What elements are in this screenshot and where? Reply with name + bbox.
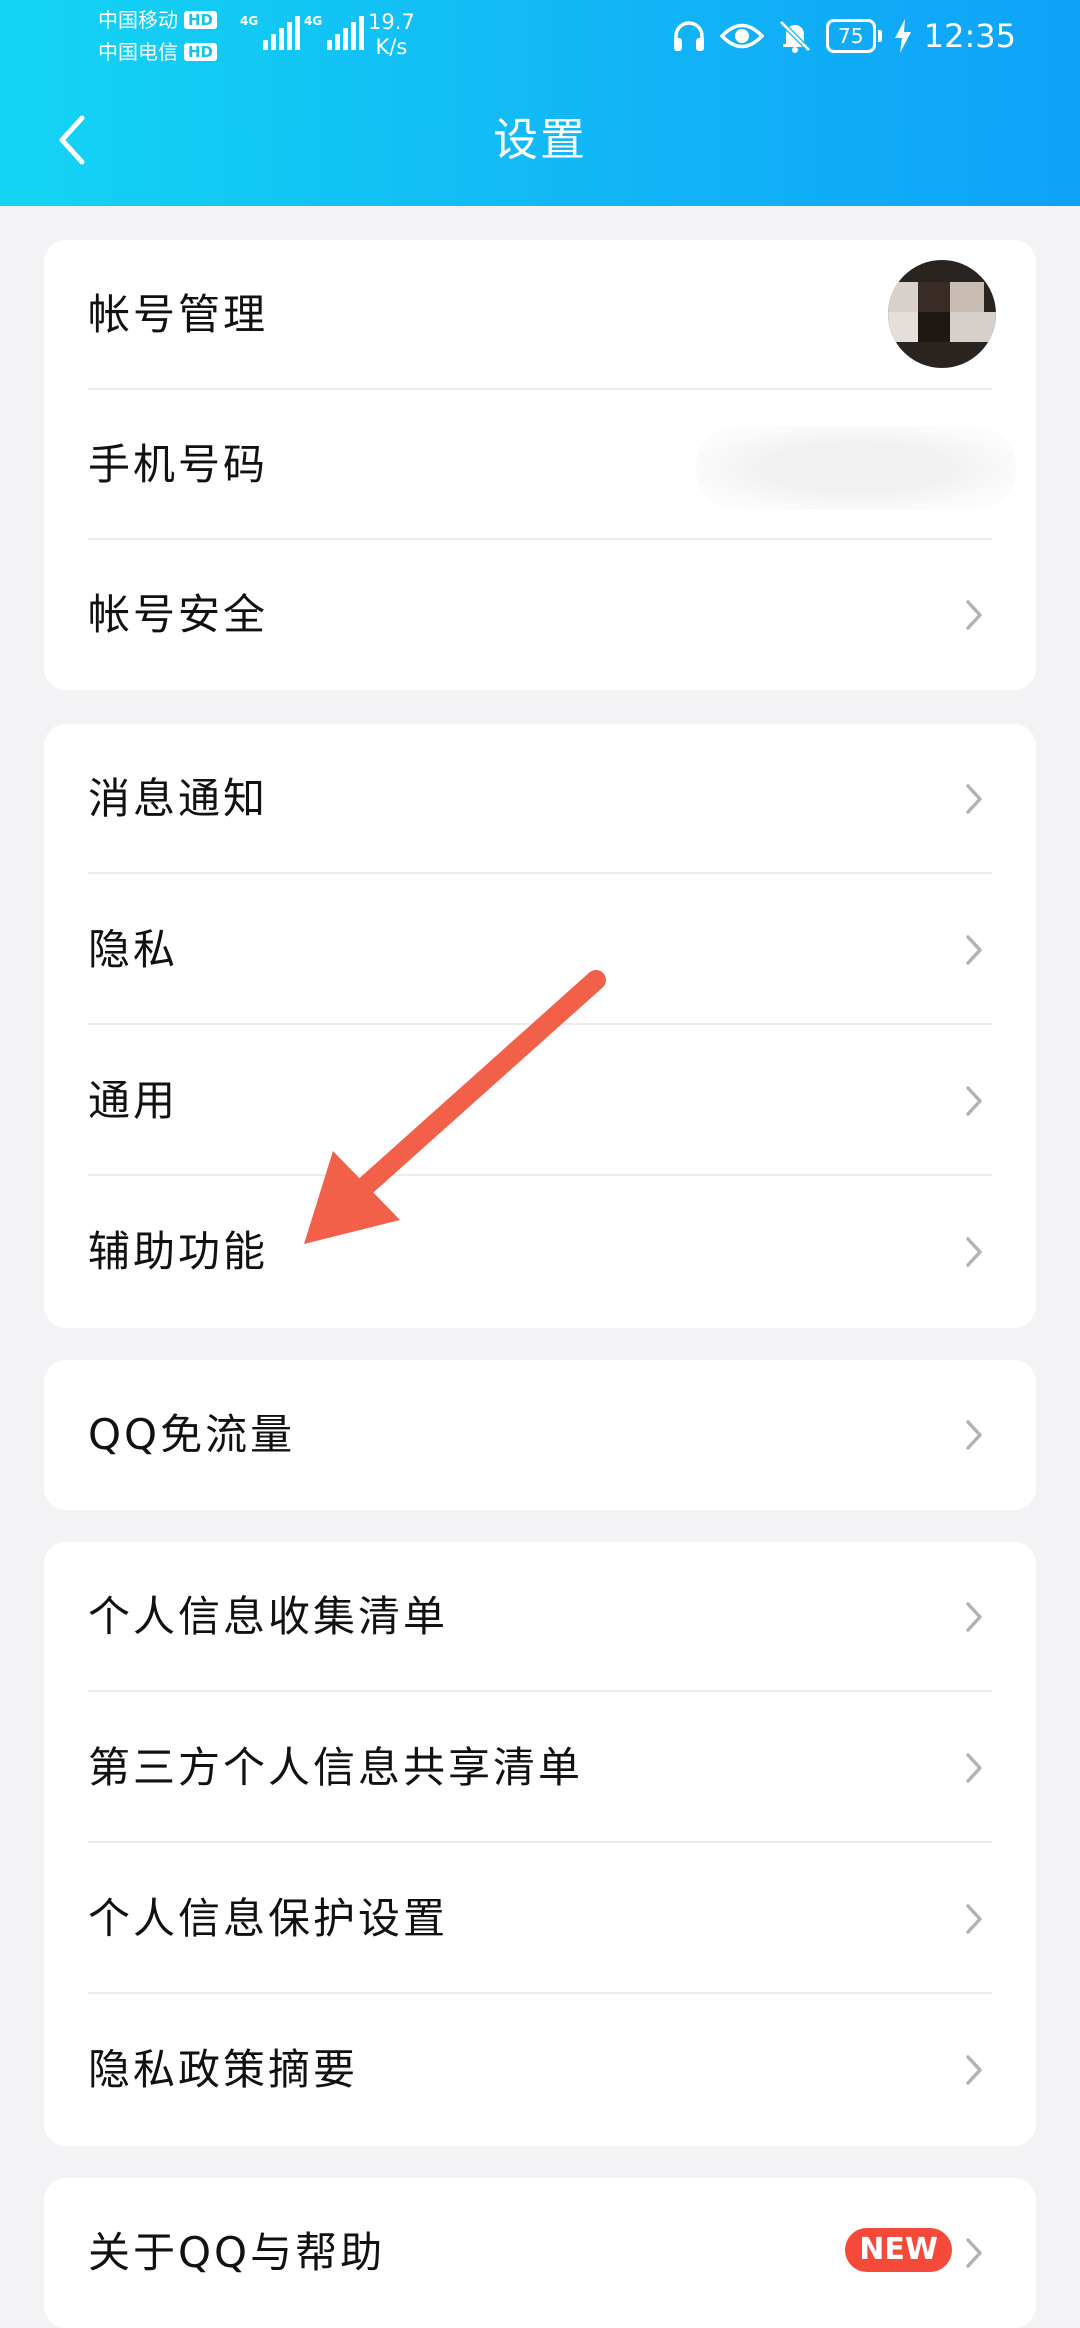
settings-item-label: 手机号码 [88,440,269,489]
hd-badge: HD [184,43,218,61]
settings-group-general: 消息通知 隐私 通用 辅助功能 [44,724,1036,1328]
settings-item-label: 隐私政策摘要 [88,2045,359,2094]
hd-badge: HD [184,11,218,29]
settings-item-privacy[interactable]: 隐私 [44,875,1036,1025]
carrier-1: 中国移动 HD [98,8,218,32]
speed-unit: K/s [375,35,408,59]
settings-item-label: 个人信息收集清单 [88,1592,449,1641]
settings-item-phone-number[interactable]: 手机号码 [44,390,1036,540]
settings-item-label: QQ免流量 [88,1410,296,1459]
settings-item-personal-info-protection[interactable]: 个人信息保护设置 [44,1844,1036,1994]
headphones-icon [673,21,704,51]
settings-item-about-qq-help[interactable]: 关于QQ与帮助 NEW [44,2178,1036,2328]
signal-1-icon: 4G [240,14,301,50]
settings-item-account-management[interactable]: 帐号管理 [44,240,1036,390]
status-icons: 75 12:35 [670,14,1016,58]
battery-level: 75 [825,19,876,53]
settings-item-label: 消息通知 [88,774,269,823]
signal-2-icon: 4G [304,14,365,50]
battery-icon: 75 [825,19,882,53]
clock: 12:35 [923,17,1016,55]
carrier-1-name: 中国移动 [98,8,178,32]
carrier-2-name: 中国电信 [98,40,178,64]
settings-item-label: 辅助功能 [88,1227,269,1276]
chevron-right-icon [966,2238,982,2268]
network-type: 4G [240,14,259,28]
settings-item-notifications[interactable]: 消息通知 [44,724,1036,874]
settings-group-about: 关于QQ与帮助 NEW [44,2178,1036,2328]
settings-item-label: 第三方个人信息共享清单 [88,1743,584,1792]
chevron-right-icon [966,1237,982,1267]
settings-group-account: 帐号管理 手机号码 帐号安全 [44,240,1036,690]
settings-item-account-security[interactable]: 帐号安全 [44,540,1036,690]
eye-icon [719,23,764,49]
settings-item-label: 帐号安全 [88,590,269,639]
settings-item-label: 帐号管理 [88,290,269,339]
settings-item-personal-info-collection[interactable]: 个人信息收集清单 [44,1542,1036,1692]
settings-group-data: QQ免流量 [44,1360,1036,1510]
chevron-right-icon [966,2055,982,2085]
chevron-right-icon [966,1602,982,1632]
settings-item-label: 隐私 [88,925,179,974]
settings-item-privacy-policy-summary[interactable]: 隐私政策摘要 [44,1995,1036,2145]
settings-item-label: 个人信息保护设置 [88,1894,449,1943]
chevron-right-icon [966,600,982,630]
phone-number-blurred [696,426,1016,510]
new-badge: NEW [845,2228,952,2272]
status-bar: 中国移动 HD 中国电信 HD 4G 4G 19.7 K/s 75 12:35 [0,0,1080,70]
bell-off-icon [779,20,811,53]
settings-item-qq-free-data[interactable]: QQ免流量 [44,1360,1036,1510]
settings-item-accessibility[interactable]: 辅助功能 [44,1177,1036,1327]
chevron-right-icon [966,1753,982,1783]
page-title: 设置 [492,113,587,166]
carrier-2: 中国电信 HD [98,40,218,64]
settings-item-general[interactable]: 通用 [44,1026,1036,1176]
chevron-right-icon [966,1086,982,1116]
chevron-right-icon [966,1904,982,1934]
settings-item-third-party-sharing[interactable]: 第三方个人信息共享清单 [44,1693,1036,1843]
network-type: 4G [304,14,323,28]
settings-item-label: 通用 [88,1076,179,1125]
settings-group-personal-info: 个人信息收集清单 第三方个人信息共享清单 个人信息保护设置 隐私政策摘要 [44,1542,1036,2146]
app-header: 中国移动 HD 中国电信 HD 4G 4G 19.7 K/s 75 12:35 … [0,0,1080,206]
chevron-right-icon [966,784,982,814]
speed-value: 19.7 [368,10,415,34]
avatar [888,260,996,368]
charging-icon [894,19,911,53]
network-speed: 19.7 K/s [368,10,415,60]
settings-item-label: 关于QQ与帮助 [88,2228,386,2277]
chevron-right-icon [966,1420,982,1450]
chevron-right-icon [966,935,982,965]
